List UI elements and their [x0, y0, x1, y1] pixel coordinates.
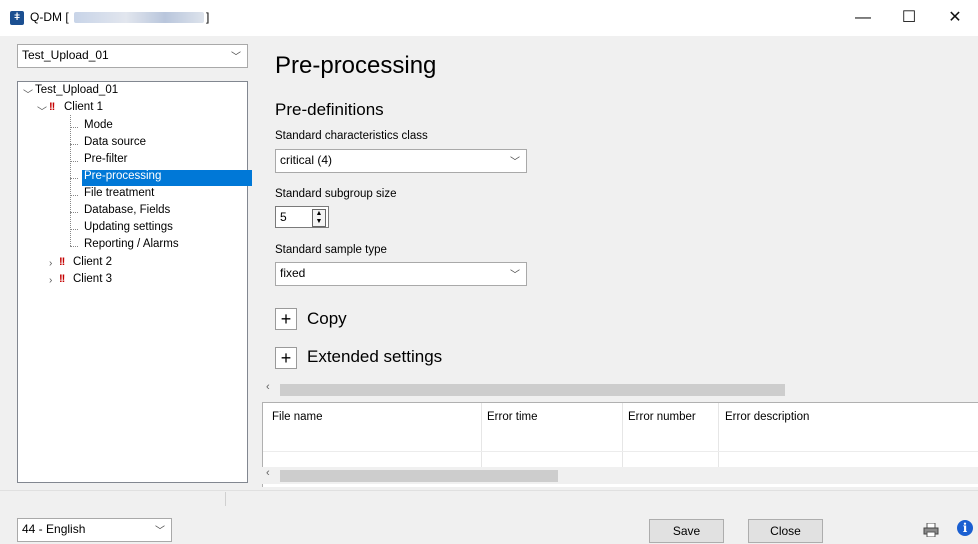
scroll-left-icon[interactable]: ‹	[266, 467, 270, 479]
subgroup-size-value: 5	[280, 210, 287, 224]
tree-connector	[70, 161, 78, 162]
tree-connector	[70, 127, 78, 128]
tree-item-pre-filter[interactable]: Pre-filter	[84, 153, 127, 165]
tree-connector	[70, 178, 78, 179]
expand-chevron-right-icon[interactable]: ›	[49, 258, 52, 269]
window-title: Q-DM [	[30, 10, 69, 24]
spin-buttons[interactable]: ▲ ▼	[312, 209, 326, 227]
copy-section-label[interactable]: Copy	[307, 309, 347, 329]
tree-guide-line	[70, 115, 71, 246]
profile-select[interactable]: Test_Upload_01 ﹀	[17, 44, 248, 68]
close-window-button[interactable]: ✕	[932, 0, 978, 36]
sample-type-label: Standard sample type	[275, 244, 387, 256]
tree-item-data-source[interactable]: Data source	[84, 136, 146, 148]
expand-chevron-icon[interactable]: ﹀	[37, 103, 47, 118]
language-select[interactable]: 44 - English ﹀	[17, 518, 172, 542]
printer-icon[interactable]	[923, 523, 939, 537]
maximize-button[interactable]: ☐	[886, 0, 932, 36]
app-logo-icon: ǂ	[10, 11, 24, 25]
tree-item-reporting-alarms[interactable]: Reporting / Alarms	[84, 238, 179, 250]
grid-row-divider	[263, 451, 978, 452]
column-header-error-time[interactable]: Error time	[487, 411, 537, 423]
column-separator	[622, 403, 623, 467]
characteristics-class-select[interactable]: critical (4) ﹀	[275, 149, 527, 173]
page-title: Pre-processing	[275, 52, 437, 79]
warning-icon: !!	[49, 101, 55, 113]
tree-connector	[70, 212, 78, 213]
tree-root[interactable]: Test_Upload_01	[35, 84, 118, 96]
tree-connector	[70, 229, 78, 230]
copy-expand-button[interactable]: +	[275, 308, 297, 330]
chevron-down-icon: ﹀	[510, 270, 520, 281]
subgroup-label: Standard subgroup size	[275, 188, 397, 200]
spin-up-icon[interactable]: ▲	[313, 210, 325, 218]
grid-horizontal-scrollbar[interactable]: ‹	[262, 467, 978, 484]
sample-type-value: fixed	[280, 266, 306, 280]
warning-icon: !!	[59, 256, 65, 268]
tree-client-1[interactable]: Client 1	[64, 101, 103, 113]
status-separator	[225, 492, 226, 506]
tree-connector	[70, 144, 78, 145]
column-separator	[718, 403, 719, 467]
window-title-suffix: ]	[206, 10, 210, 24]
tree-client-2[interactable]: Client 2	[73, 256, 112, 268]
chevron-down-icon: ﹀	[510, 157, 520, 168]
profile-select-value: Test_Upload_01	[22, 48, 109, 62]
chevron-down-icon: ﹀	[155, 526, 165, 537]
expand-chevron-icon[interactable]: ﹀	[23, 86, 33, 101]
tree-item-updating-settings[interactable]: Updating settings	[84, 221, 173, 233]
column-header-file-name[interactable]: File name	[272, 411, 323, 423]
spin-down-icon[interactable]: ▼	[313, 218, 325, 226]
chevron-down-icon: ﹀	[231, 52, 241, 63]
tree-item-database-fields[interactable]: Database, Fields	[84, 204, 170, 216]
tree-client-3[interactable]: Client 3	[73, 273, 112, 285]
main-horizontal-scrollbar[interactable]: ‹	[262, 381, 978, 398]
close-button[interactable]: Close	[748, 519, 823, 543]
scrollbar-thumb[interactable]	[280, 470, 558, 482]
tree-item-file-treatment[interactable]: File treatment	[84, 187, 154, 199]
tree-connector	[70, 246, 78, 247]
scroll-left-icon[interactable]: ‹	[266, 381, 270, 393]
tree-item-mode[interactable]: Mode	[84, 119, 113, 131]
column-header-error-number[interactable]: Error number	[628, 411, 696, 423]
subgroup-size-stepper[interactable]: 5 ▲ ▼	[275, 206, 329, 228]
sample-type-select[interactable]: fixed ﹀	[275, 262, 527, 286]
warning-icon: !!	[59, 273, 65, 285]
scrollbar-thumb[interactable]	[280, 384, 785, 396]
tree-item-pre-processing[interactable]: Pre-processing	[82, 170, 252, 186]
class-label: Standard characteristics class	[275, 130, 428, 142]
extended-settings-expand-button[interactable]: +	[275, 347, 297, 369]
navigation-tree[interactable]: ﹀ Test_Upload_01 ﹀ !! Client 1 Mode Data…	[17, 81, 252, 483]
section-title: Pre-definitions	[275, 100, 384, 119]
tree-connector	[70, 195, 78, 196]
status-bar	[0, 490, 978, 508]
column-header-error-description[interactable]: Error description	[725, 411, 809, 423]
save-button[interactable]: Save	[649, 519, 724, 543]
title-redacted-text	[74, 12, 204, 23]
expand-chevron-right-icon[interactable]: ›	[49, 275, 52, 286]
extended-settings-label[interactable]: Extended settings	[307, 347, 442, 367]
minimize-button[interactable]: —	[840, 0, 886, 36]
characteristics-class-value: critical (4)	[280, 153, 333, 167]
info-icon[interactable]: i	[957, 520, 973, 536]
language-select-value: 44 - English	[22, 522, 86, 536]
column-separator	[481, 403, 482, 467]
